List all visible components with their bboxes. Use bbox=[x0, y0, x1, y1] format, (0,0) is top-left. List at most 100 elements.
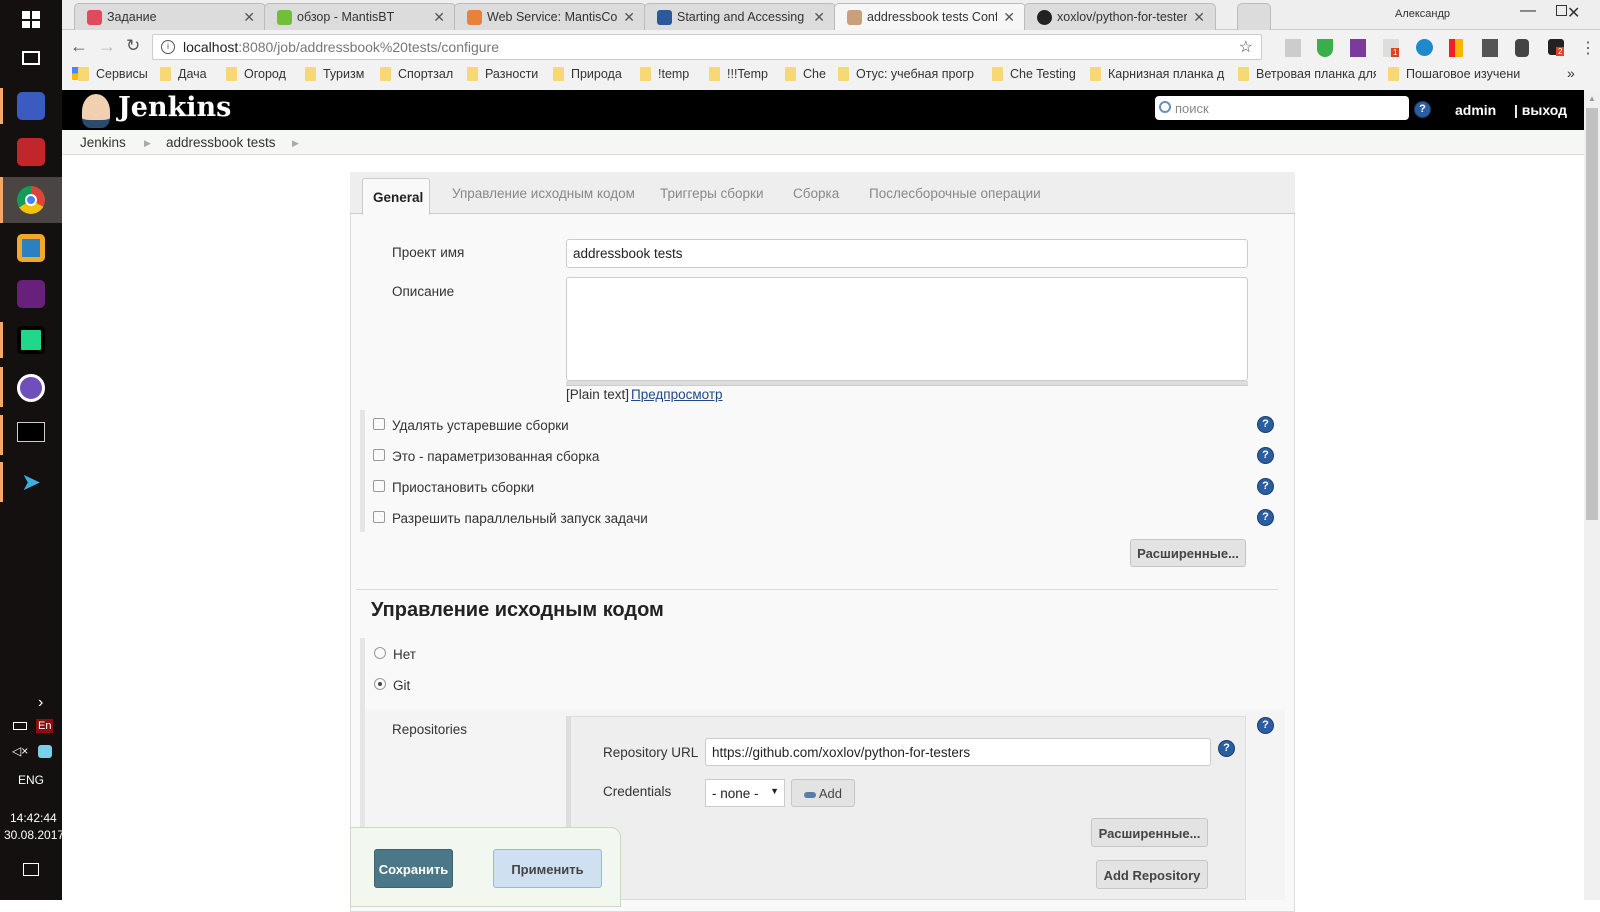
bookmark[interactable]: Дача bbox=[158, 67, 207, 81]
ghostery-extension-icon[interactable]: 1 bbox=[1383, 39, 1400, 57]
eye-extension-icon[interactable] bbox=[1416, 39, 1433, 56]
repository-url-input[interactable]: https://github.com/xoxlov/python-for-tes… bbox=[705, 738, 1211, 766]
reload-icon[interactable]: ↻ bbox=[126, 36, 140, 56]
apply-button[interactable]: Применить bbox=[493, 849, 602, 888]
new-tab-button[interactable] bbox=[1237, 3, 1271, 30]
notifications-icon[interactable] bbox=[23, 863, 39, 876]
tray-app-icon[interactable] bbox=[38, 745, 52, 758]
project-name-input[interactable]: addressbook tests bbox=[566, 239, 1248, 268]
bookmark[interactable]: Отус: учебная прогр bbox=[836, 67, 976, 81]
add-repository-button[interactable]: Add Repository bbox=[1096, 860, 1208, 889]
save-button[interactable]: Сохранить bbox=[374, 849, 453, 888]
volume-muted-icon[interactable]: ◁× bbox=[12, 744, 28, 758]
profile-name[interactable]: Александр bbox=[1395, 8, 1450, 20]
clock-date[interactable]: 30.08.2017 bbox=[4, 828, 64, 842]
selenium-extension-icon[interactable] bbox=[1482, 39, 1498, 57]
bookmark[interactable]: Разности bbox=[465, 67, 538, 81]
general-advanced-button[interactable]: Расширенные... bbox=[1130, 539, 1246, 567]
search-input[interactable]: поиск bbox=[1155, 96, 1409, 120]
address-bar[interactable]: i localhost:8080/job/addressbook%20tests… bbox=[152, 34, 1262, 60]
close-tab-icon[interactable]: ✕ bbox=[1193, 9, 1205, 26]
bookmark[interactable]: !temp bbox=[638, 67, 689, 81]
bookmark-extension-icon[interactable] bbox=[1449, 39, 1463, 57]
floppy-app-icon[interactable] bbox=[17, 92, 45, 120]
github-desktop-icon[interactable] bbox=[17, 374, 45, 402]
menu-icon[interactable]: ⋮ bbox=[1580, 38, 1596, 58]
search-help-icon[interactable]: ? bbox=[1414, 101, 1431, 118]
help-icon[interactable]: ? bbox=[1218, 740, 1235, 757]
bookmark[interactable]: Che bbox=[783, 67, 826, 81]
tab-triggers[interactable]: Триггеры сборки bbox=[660, 186, 764, 201]
breadcrumb-arrow-icon[interactable]: ▶ bbox=[144, 138, 151, 149]
onenote-extension-icon[interactable] bbox=[1350, 39, 1366, 57]
close-window-icon[interactable]: ✕ bbox=[1567, 3, 1580, 23]
evernote-extension-icon[interactable] bbox=[1515, 39, 1529, 57]
browser-tab[interactable]: Starting and Accessing Je ✕ bbox=[644, 3, 836, 30]
close-tab-icon[interactable]: ✕ bbox=[243, 9, 255, 26]
tab-post-build[interactable]: Послесборочные операции bbox=[869, 186, 1041, 201]
help-icon[interactable]: ? bbox=[1257, 478, 1274, 495]
browser-tab[interactable]: обзор - MantisBT ✕ bbox=[264, 3, 456, 30]
chrome-icon[interactable] bbox=[17, 186, 45, 214]
bookmark[interactable]: Карнизная планка д bbox=[1088, 67, 1228, 81]
textarea-resize-handle[interactable] bbox=[566, 381, 1248, 386]
browser-tab[interactable]: xoxlov/python-for-tester ✕ bbox=[1024, 3, 1216, 30]
scrollbar-thumb[interactable] bbox=[1586, 108, 1598, 520]
close-tab-icon[interactable]: ✕ bbox=[433, 9, 445, 26]
browser-tab[interactable]: Web Service: MantisConn ✕ bbox=[454, 3, 646, 30]
windows-start-icon[interactable] bbox=[22, 11, 40, 28]
bookmark-services[interactable]: Сервисы bbox=[76, 67, 148, 81]
discard-old-builds-checkbox[interactable] bbox=[373, 418, 385, 430]
task-view-icon[interactable] bbox=[22, 51, 40, 65]
jenkins-butler-logo-icon[interactable] bbox=[82, 94, 110, 128]
stack-app-icon[interactable] bbox=[17, 138, 45, 166]
bookmark[interactable]: Che Testing bbox=[990, 67, 1076, 81]
kingfisher-app-icon[interactable]: ➤ bbox=[17, 468, 45, 496]
browser-tab-active[interactable]: addressbook tests Config ✕ bbox=[834, 3, 1026, 30]
scm-none-radio[interactable] bbox=[374, 647, 386, 659]
credentials-select[interactable]: - none - ▼ bbox=[705, 779, 785, 807]
tray-expand-icon[interactable]: › bbox=[38, 694, 43, 712]
bookmark-star-icon[interactable]: ☆ bbox=[1239, 37, 1253, 57]
tab-scm[interactable]: Управление исходным кодом bbox=[452, 186, 635, 201]
scroll-up-icon[interactable]: ▲ bbox=[1588, 94, 1596, 103]
bookmark[interactable]: Туризм bbox=[303, 67, 364, 81]
restore-icon[interactable] bbox=[1556, 5, 1567, 16]
jenkins-logo[interactable]: Jenkins bbox=[118, 92, 231, 123]
pycharm-icon[interactable] bbox=[17, 326, 45, 354]
scm-git-radio[interactable] bbox=[374, 678, 386, 690]
clock-time[interactable]: 14:42:44 bbox=[10, 811, 57, 825]
add-credentials-button[interactable]: Add bbox=[791, 779, 855, 807]
language-badge[interactable]: En bbox=[36, 719, 54, 733]
disable-builds-checkbox[interactable] bbox=[373, 480, 385, 492]
cmd-icon[interactable] bbox=[17, 422, 45, 442]
preview-link[interactable]: Предпросмотр bbox=[631, 387, 723, 402]
visual-studio-icon[interactable] bbox=[17, 280, 45, 308]
bookmark[interactable]: Спортзал bbox=[378, 67, 453, 81]
breadcrumb-job[interactable]: addressbook tests bbox=[166, 135, 276, 150]
minimize-icon[interactable]: — bbox=[1520, 2, 1536, 20]
browser-tab[interactable]: Задание ✕ bbox=[74, 3, 266, 30]
concurrent-builds-checkbox[interactable] bbox=[373, 511, 385, 523]
vmware-icon[interactable] bbox=[17, 234, 45, 262]
more-bookmarks-icon[interactable]: » bbox=[1567, 65, 1575, 81]
help-icon[interactable]: ? bbox=[1257, 509, 1274, 526]
tab-general[interactable]: General bbox=[362, 178, 430, 215]
logout-link[interactable]: | выход bbox=[1514, 102, 1567, 118]
extension-icon[interactable]: 2 bbox=[1548, 39, 1565, 56]
pdf-extension-icon[interactable] bbox=[1285, 39, 1301, 57]
close-tab-icon[interactable]: ✕ bbox=[1003, 9, 1015, 26]
shield-extension-icon[interactable] bbox=[1317, 39, 1333, 57]
parameterized-build-checkbox[interactable] bbox=[373, 449, 385, 461]
bookmark[interactable]: Пошаговое изучени bbox=[1386, 67, 1526, 81]
repository-advanced-button[interactable]: Расширенные... bbox=[1091, 818, 1208, 847]
close-tab-icon[interactable]: ✕ bbox=[813, 9, 825, 26]
forward-icon[interactable]: → bbox=[98, 36, 116, 57]
help-icon[interactable]: ? bbox=[1257, 717, 1274, 734]
breadcrumb-arrow-icon[interactable]: ▶ bbox=[292, 138, 299, 149]
bookmark[interactable]: Ветровая планка для bbox=[1236, 67, 1376, 81]
back-icon[interactable]: ← bbox=[70, 36, 88, 57]
help-icon[interactable]: ? bbox=[1257, 416, 1274, 433]
bookmark[interactable]: Огород bbox=[224, 67, 286, 81]
close-tab-icon[interactable]: ✕ bbox=[623, 9, 635, 26]
